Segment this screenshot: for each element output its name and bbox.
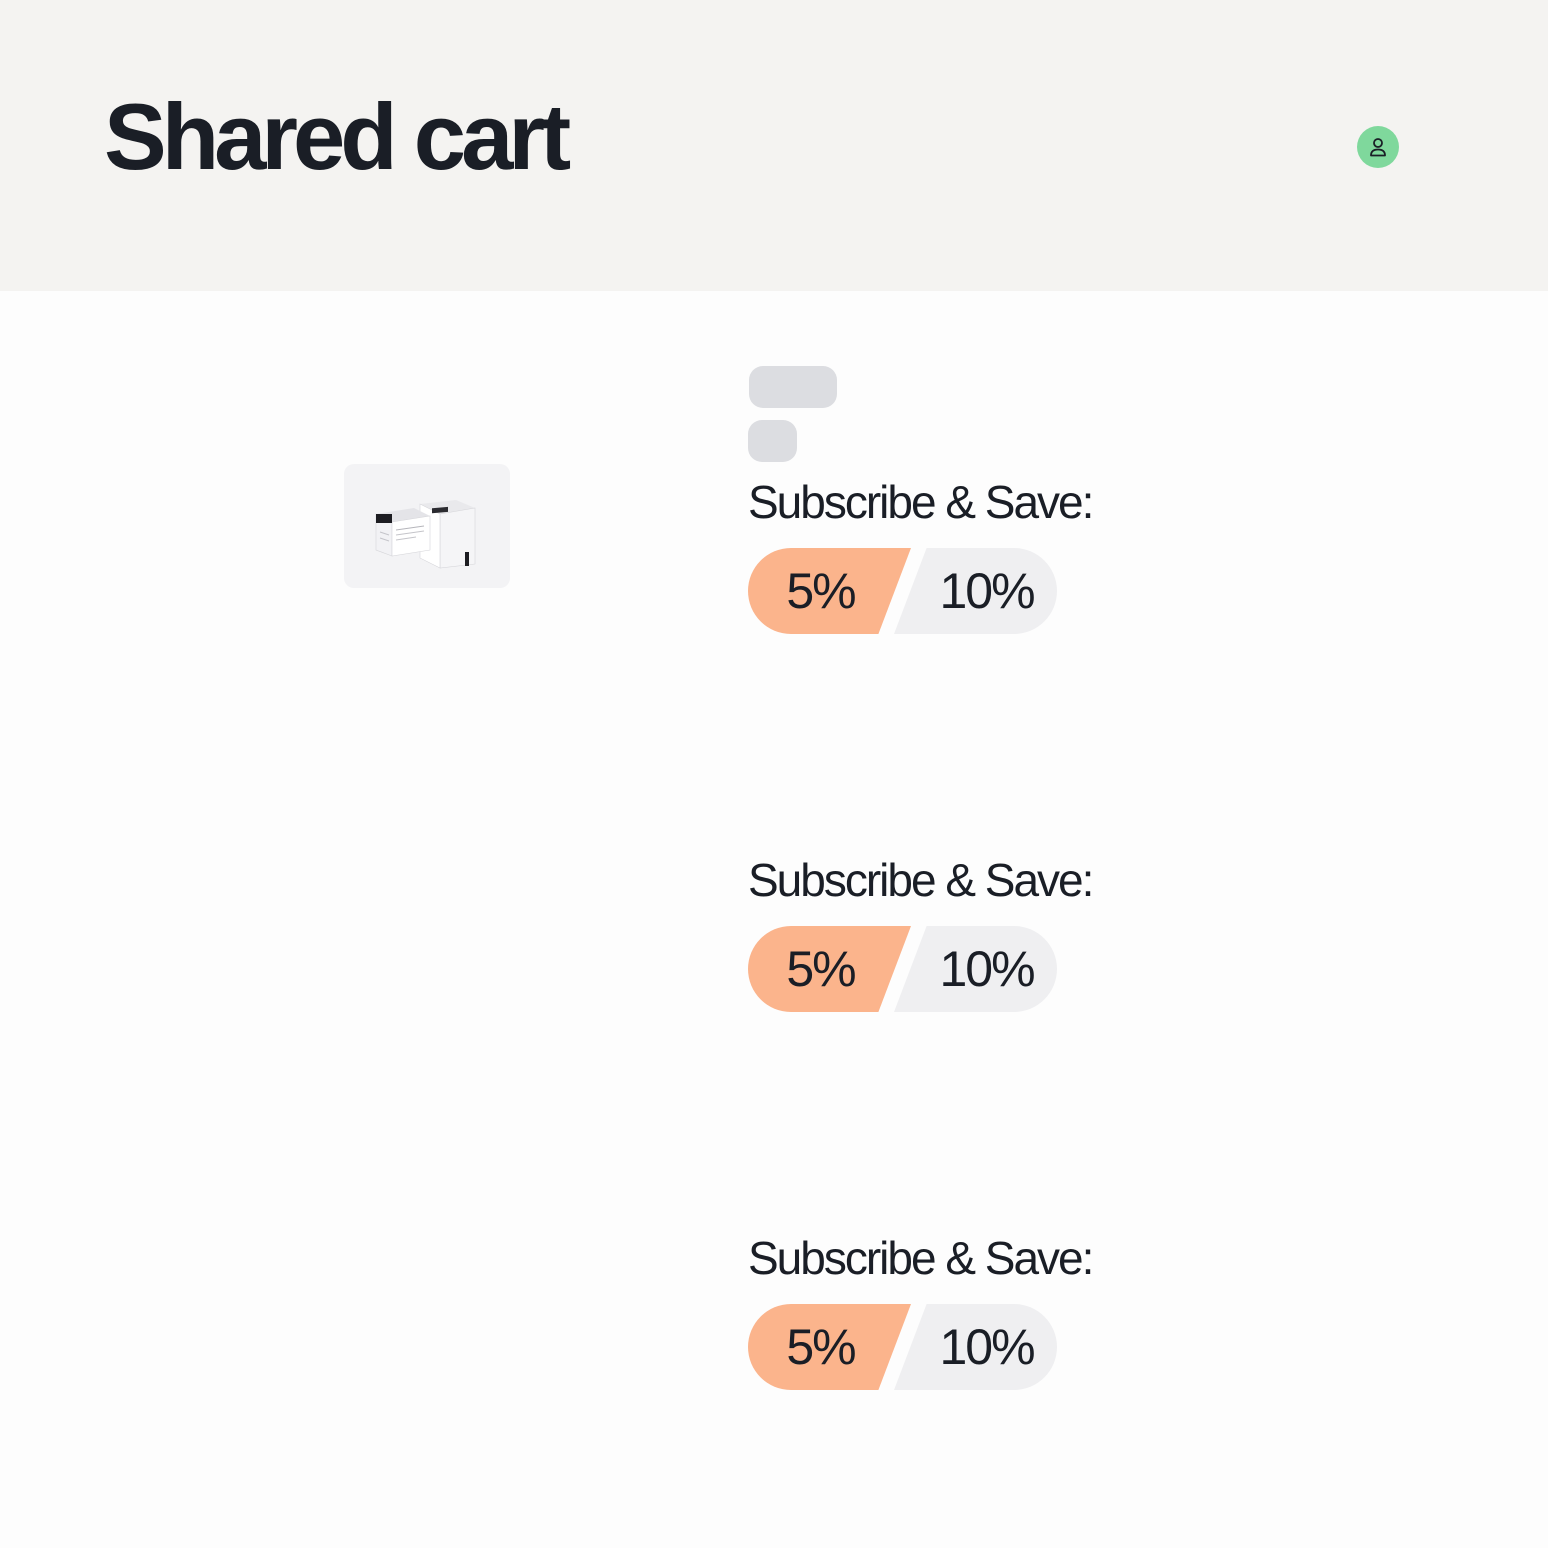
discount-option-10[interactable]: 10% [894, 548, 1057, 634]
subscribe-save-section: Subscribe & Save: 5% 10% [748, 852, 1148, 1012]
subscribe-save-section: Subscribe & Save: 5% 10% [748, 1230, 1148, 1390]
product-image[interactable] [344, 464, 510, 588]
discount-option-5-selected[interactable]: 5% [748, 1304, 911, 1390]
page-header: Shared cart [0, 0, 1548, 291]
subscribe-save-label: Subscribe & Save: [748, 476, 1094, 528]
subscribe-save-section: Subscribe & Save: 5% 10% [748, 474, 1148, 634]
page-title: Shared cart [104, 84, 571, 189]
subscribe-save-label: Subscribe & Save: [748, 854, 1094, 906]
discount-option-5-selected[interactable]: 5% [748, 548, 911, 634]
discount-option-10[interactable]: 10% [894, 1304, 1057, 1390]
discount-option-10[interactable]: 10% [894, 926, 1057, 1012]
user-avatar-button[interactable] [1357, 126, 1399, 168]
discount-toggle: 5% 10% [748, 1304, 1057, 1390]
discount-toggle: 5% 10% [748, 548, 1057, 634]
loading-placeholder-price [748, 420, 797, 462]
subscribe-save-label: Subscribe & Save: [748, 1232, 1094, 1284]
paper-box-product-image [375, 500, 476, 569]
discount-option-5-selected[interactable]: 5% [748, 926, 911, 1012]
user-icon [1370, 138, 1386, 157]
loading-placeholder-title [749, 366, 837, 408]
discount-toggle: 5% 10% [748, 926, 1057, 1012]
